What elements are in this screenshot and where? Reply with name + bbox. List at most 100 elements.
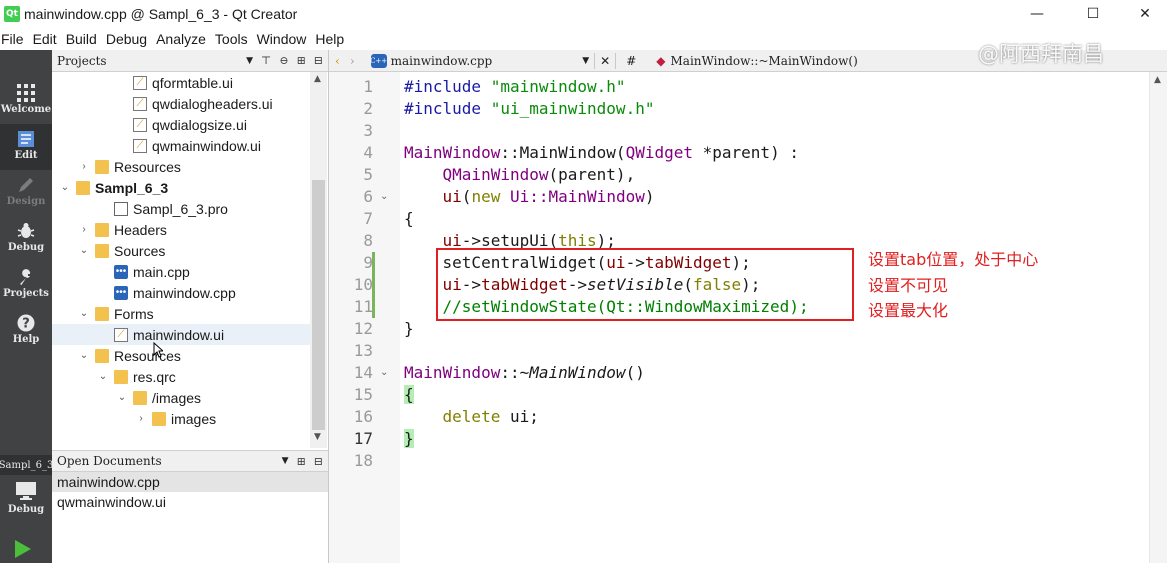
link-icon[interactable]: ⊖ [279,54,288,67]
tree-item[interactable]: ⌄ Forms [52,303,310,324]
open-documents-list: mainwindow.cpp qwmainwindow.ui [52,472,328,563]
split-icon[interactable]: ⊞ [297,455,306,468]
tree-item[interactable]: ⌄ Sampl_6_3 [52,177,310,198]
window-title: mainwindow.cpp @ Sampl_6_3 - Qt Creator [24,5,298,22]
split-icon[interactable]: ⊞ [297,54,306,67]
close-pane-icon[interactable]: ⊟ [314,455,323,468]
expand-arrow-icon[interactable]: ⌄ [77,308,91,319]
close-document-icon[interactable]: ✕ [600,54,610,68]
expand-arrow-icon[interactable]: ⌄ [58,182,72,193]
tree-item[interactable]: ⌄ /images [52,387,310,408]
mode-projects[interactable]: Projects [0,262,52,308]
code-line-5: QMainWindow(parent), [442,165,636,184]
mode-edit[interactable]: Edit [0,124,52,170]
open-document-item[interactable]: mainwindow.cpp [52,472,328,492]
projects-title[interactable]: Projects [57,54,107,68]
expand-arrow-icon[interactable]: › [77,224,91,235]
tree-item[interactable]: ⌄ Resources [52,345,310,366]
tree-item[interactable]: › Headers [52,219,310,240]
folder-icon [95,306,109,321]
kit-selector[interactable]: Debug [0,474,52,524]
expand-arrow-icon[interactable]: › [134,413,148,424]
menu-analyze[interactable]: Analyze [155,31,212,47]
ui-file-icon: ⟋ [133,138,147,153]
maximize-button[interactable]: ☐ [1067,0,1119,27]
chevron-down-icon[interactable]: ▼ [582,56,589,66]
tree-item-label: Forms [114,305,154,322]
code-line-6: ui(new Ui::MainWindow) [442,187,655,206]
symbol-icon: ◆ [656,53,666,68]
tree-item[interactable]: ⌄ Sources [52,240,310,261]
tree-item[interactable]: ••• main.cpp [52,261,310,282]
changed-line-marker [372,252,375,274]
expand-arrow-icon[interactable]: ⌄ [115,392,129,403]
symbol-selector[interactable]: MainWindow::~MainWindow() [671,54,858,68]
mode-design[interactable]: Design [0,170,52,216]
minimize-button[interactable]: — [1011,0,1063,27]
tree-item[interactable]: Sampl_6_3.pro [52,198,310,219]
menu-help[interactable]: Help [314,31,350,47]
wrench-icon [17,266,35,288]
mode-debug[interactable]: Debug [0,216,52,262]
pro-file-icon [114,201,128,216]
project-tree[interactable]: ⟋ qformtable.ui ⟋ qwdialogheaders.ui ⟋ qwdial… [52,72,310,448]
tree-item[interactable]: › Resources [52,156,310,177]
nav-back-icon[interactable]: ‹ [335,54,340,68]
close-pane-icon[interactable]: ⊟ [314,54,323,67]
line-number: 8 [363,231,373,250]
fold-chevron-icon[interactable]: ⌄ [380,186,388,208]
menu-file[interactable]: File [0,31,30,47]
chevron-down-icon[interactable]: ▼ [246,56,253,66]
open-document-item[interactable]: qwmainwindow.ui [52,492,328,512]
annotation-highlight-box [436,248,854,321]
menu-window[interactable]: Window [256,31,313,47]
run-icon[interactable] [14,539,32,563]
menu-build[interactable]: Build [65,31,103,47]
scroll-down-icon[interactable]: ▼ [314,432,321,442]
close-button[interactable]: ✕ [1119,0,1167,27]
line-number: 4 [363,143,373,162]
tree-item[interactable]: ⟋ qwmainwindow.ui [52,135,310,156]
tree-item[interactable]: ⟋ qwdialogsize.ui [52,114,310,135]
mode-label: Welcome [0,104,52,115]
nav-forward-icon[interactable]: › [350,54,355,68]
tree-item-label: res.qrc [133,368,176,385]
open-documents-title[interactable]: Open Documents [57,454,162,468]
mode-help[interactable]: ? Help [0,308,52,354]
tree-item[interactable]: › images [52,408,310,429]
expand-arrow-icon[interactable]: ⌄ [96,371,110,382]
target-selector-label[interactable]: Sampl_6_3 [0,455,52,475]
line-number: 7 [363,209,373,228]
fold-chevron-icon[interactable]: ⌄ [380,362,388,384]
chevron-down-icon[interactable]: ▼ [282,456,289,466]
annotation-text: 设置最大化 [868,301,949,320]
file-tab[interactable]: mainwindow.cpp [391,54,493,68]
mode-label: Debug [7,242,45,253]
tree-item[interactable]: ⟋ qwdialogheaders.ui [52,93,310,114]
tree-item[interactable]: ••• mainwindow.cpp [52,282,310,303]
scroll-up-icon[interactable]: ▲ [314,74,321,84]
tree-item-label: mainwindow.ui [133,326,225,343]
line-number: 1 [363,77,373,96]
menu-tools[interactable]: Tools [214,31,254,47]
editor-scrollbar[interactable]: ▲ [1149,72,1167,563]
tree-item[interactable]: ⟋ qformtable.ui [52,72,310,93]
line-number: 12 [353,319,373,338]
toolbar-divider [615,52,617,69]
menu-edit[interactable]: Edit [32,31,63,47]
menu-debug[interactable]: Debug [105,31,153,47]
line-number: 6 [363,187,373,206]
line-number: 16 [353,407,373,426]
tree-scrollbar-thumb[interactable] [312,180,325,430]
filter-icon[interactable]: ⊤ [261,54,271,67]
annotation-text: 设置tab位置，处于中心 [868,250,1039,269]
bug-icon [17,220,35,242]
scroll-up-icon[interactable]: ▲ [1154,75,1161,85]
expand-arrow-icon[interactable]: › [77,161,91,172]
mode-welcome[interactable]: Welcome [0,78,52,124]
expand-arrow-icon[interactable]: ⌄ [77,350,91,361]
help-icon: ? [17,312,35,334]
tree-item[interactable]: ⟋ mainwindow.ui [52,324,310,345]
tree-item[interactable]: ⌄ res.qrc [52,366,310,387]
expand-arrow-icon[interactable]: ⌄ [77,245,91,256]
